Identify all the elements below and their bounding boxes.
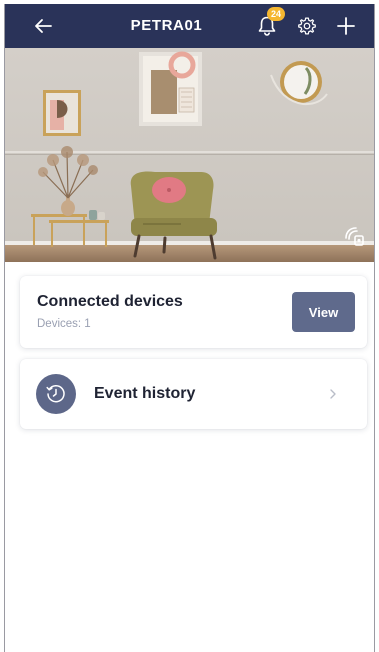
history-clock-icon (46, 385, 65, 403)
notifications-button[interactable]: 24 (249, 4, 285, 48)
connected-devices-title: Connected devices (37, 293, 183, 310)
event-history-title: Event history (94, 385, 196, 402)
image-mode-icon (345, 227, 364, 246)
room-photo (5, 48, 374, 262)
arrow-left-icon (35, 19, 52, 33)
gear-icon (298, 17, 316, 35)
notification-badge: 24 (267, 7, 285, 21)
photo-mode-button[interactable] (342, 224, 366, 248)
devices-count: Devices: 1 (37, 318, 91, 330)
top-app-bar: PETRA01 24 (5, 4, 374, 48)
plus-icon (337, 17, 355, 35)
event-history-card[interactable]: Event history (20, 359, 367, 429)
chevron-right-icon (330, 389, 336, 399)
app-screen: PETRA01 24 Connected devices Devices: 1 … (4, 4, 375, 652)
event-history-icon-badge (36, 374, 76, 414)
room-illustration (5, 48, 374, 262)
settings-button[interactable] (289, 4, 325, 48)
add-button[interactable] (328, 4, 364, 48)
connected-devices-card: Connected devices Devices: 1 View (20, 276, 367, 348)
view-devices-button[interactable]: View (292, 292, 355, 332)
back-button[interactable] (25, 4, 61, 48)
